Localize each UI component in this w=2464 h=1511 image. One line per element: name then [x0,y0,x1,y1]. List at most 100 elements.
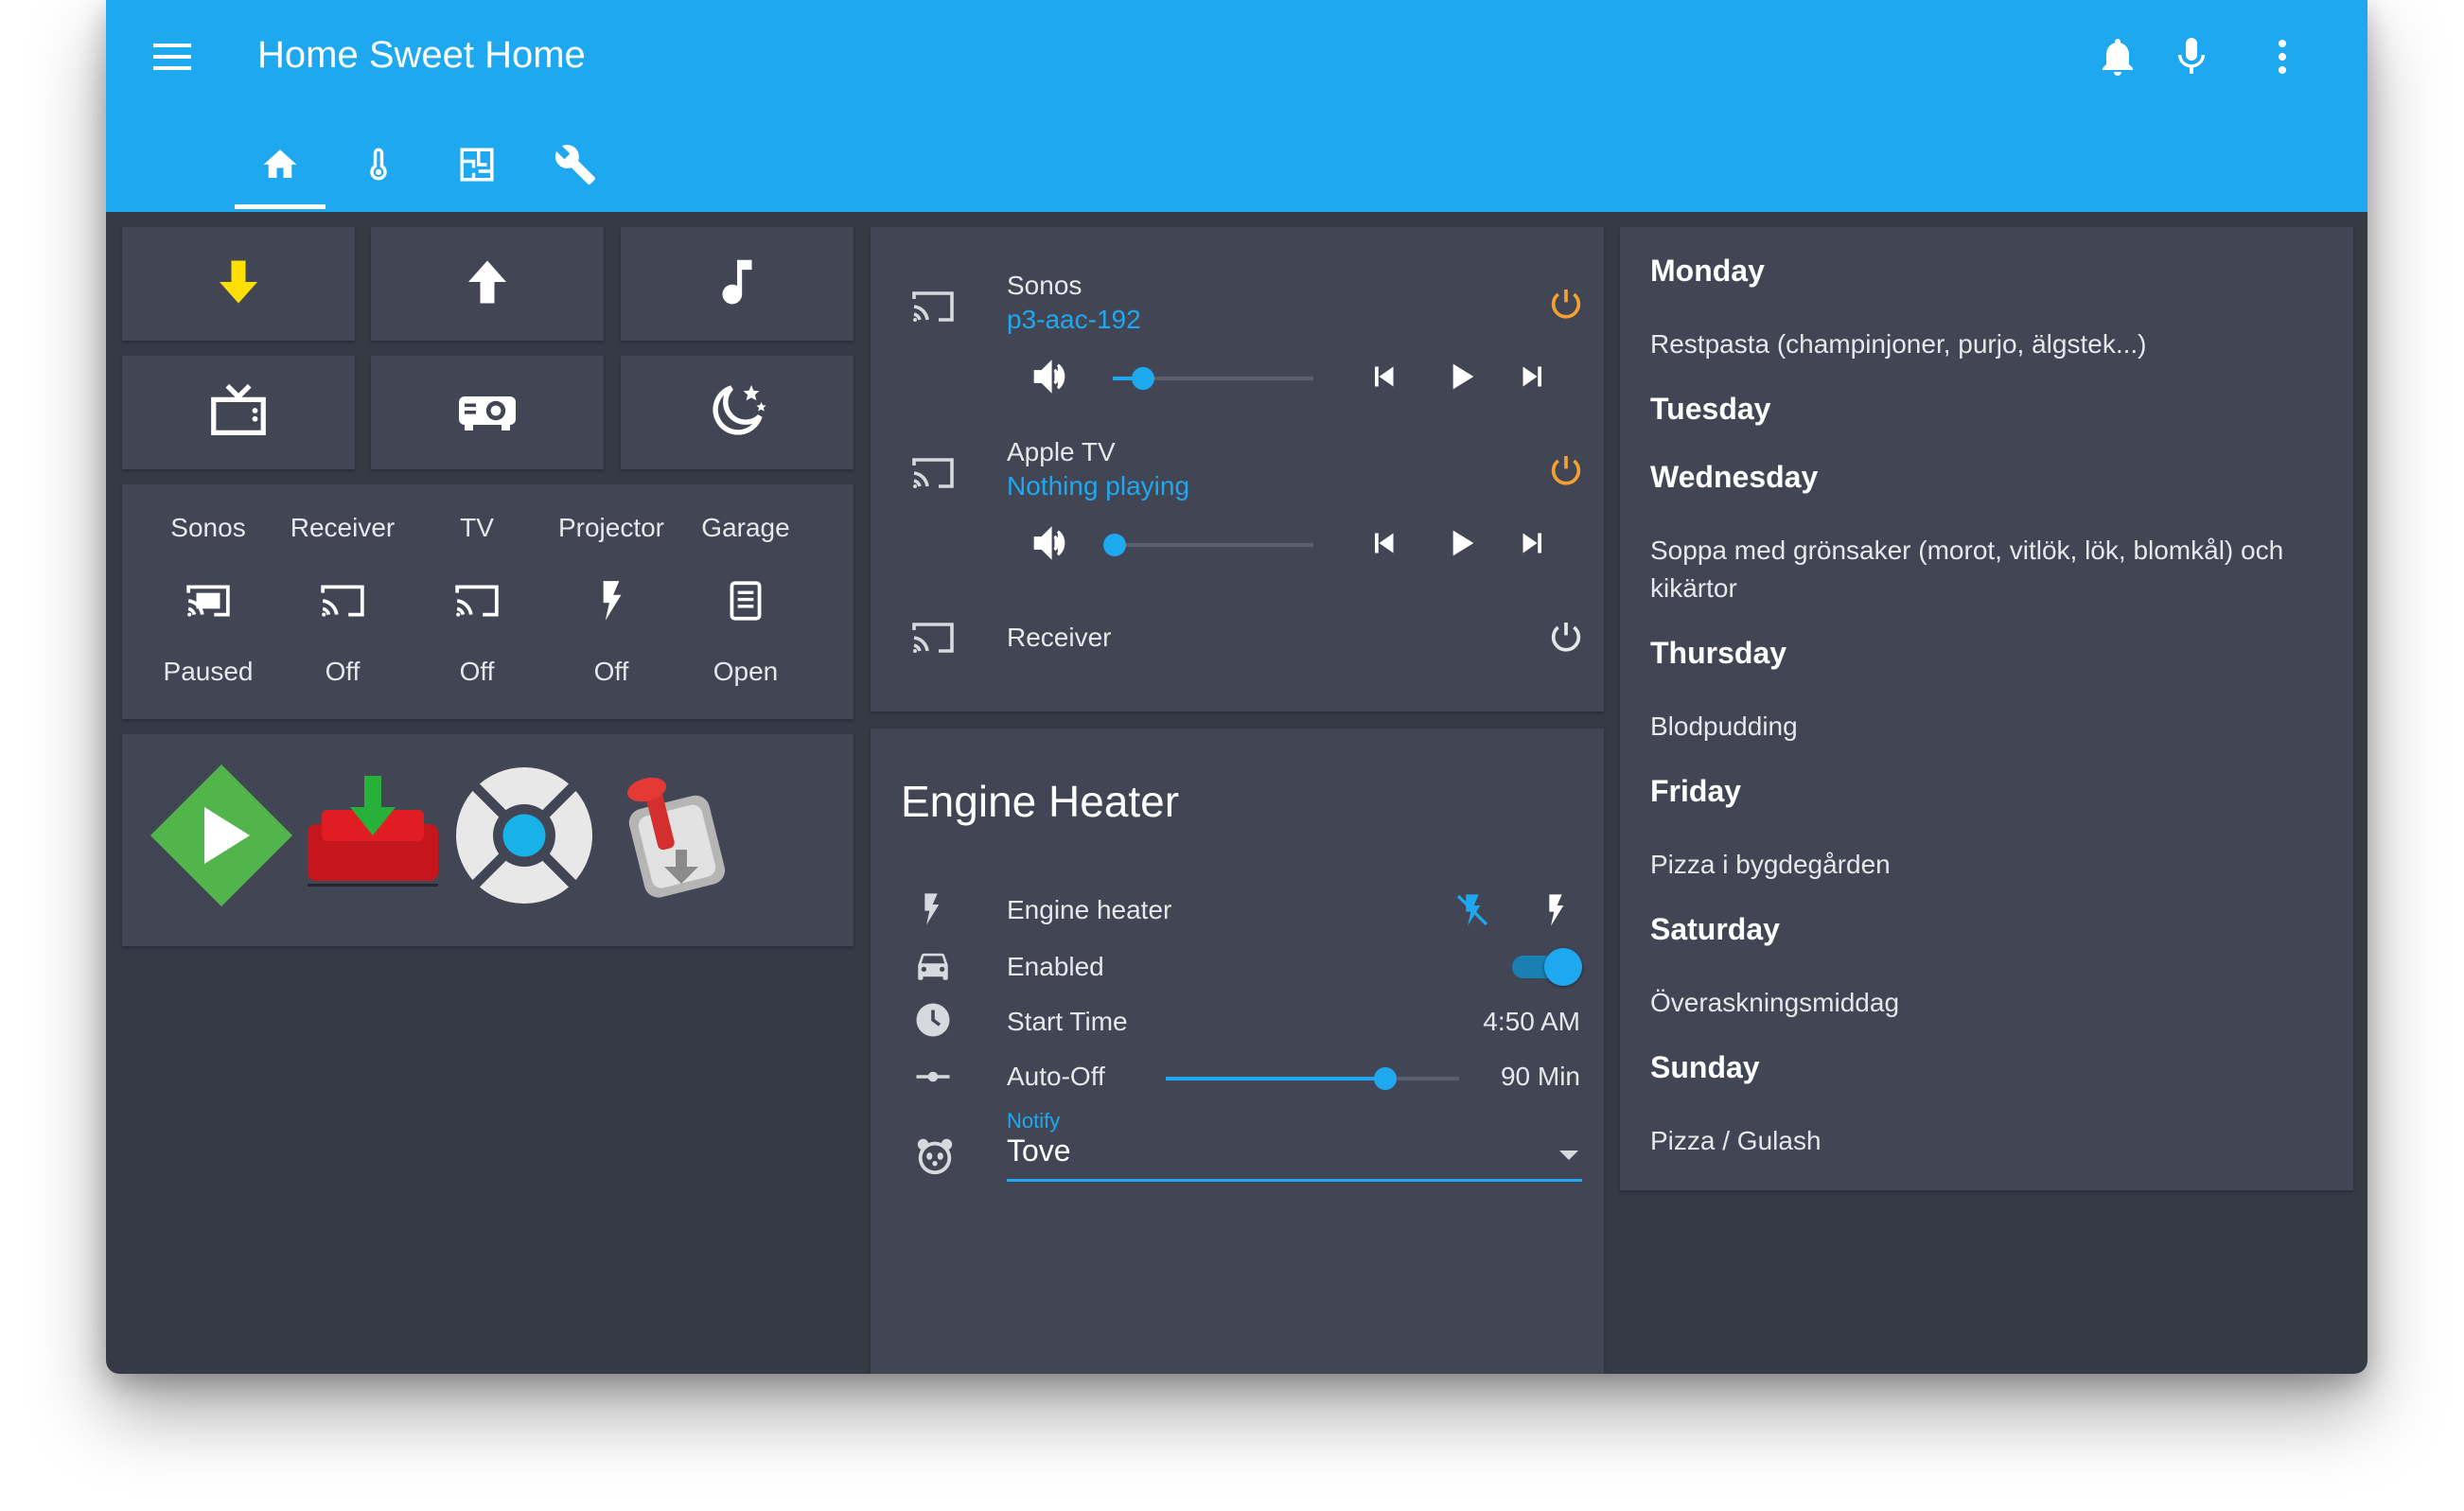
car-icon [912,944,954,986]
wrench-icon [554,143,597,191]
glance-label-receiver: Receiver [290,513,396,542]
arrow-down-button[interactable] [122,227,355,341]
arrow-down-icon [210,254,267,315]
dropdown-arrow-icon[interactable] [1558,1143,1580,1166]
flash-off-icon[interactable] [1452,889,1493,931]
cast-icon [910,450,956,496]
cast-icon[interactable] [275,577,410,624]
enabled-label: Enabled [1007,952,1104,981]
cast-icon [910,284,956,329]
meal-sunday: Pizza / Gulash [1650,1126,1822,1155]
start-time-label: Start Time [1007,1007,1128,1036]
glance-state-sonos: Paused [163,657,254,686]
volume-icon[interactable] [1030,356,1071,397]
arrow-up-button[interactable] [371,227,604,341]
menu-icon[interactable] [153,42,191,72]
skip-next-icon[interactable] [1514,358,1552,395]
day-monday: Monday [1650,254,1765,288]
volume-icon[interactable] [1030,522,1071,564]
flash-icon[interactable] [544,577,678,624]
engine-heater-label: Engine heater [1007,895,1172,924]
app-header: Home Sweet Home [106,0,2367,212]
media-name-sonos: Sonos [1007,271,1082,300]
slider-icon [912,1056,954,1098]
day-sunday: Sunday [1650,1050,1760,1084]
kodi-app-icon[interactable] [453,764,595,906]
microphone-icon[interactable] [2169,34,2214,79]
tv-button[interactable] [122,356,355,469]
meal-friday: Pizza i bygdegården [1650,850,1891,879]
auto-off-fill [1166,1077,1385,1081]
tab-climate[interactable] [350,138,407,195]
power-icon[interactable] [1544,615,1588,659]
cast-icon[interactable] [410,577,544,624]
music-button[interactable] [621,227,854,341]
cast-connected-icon[interactable] [141,577,275,624]
floorplan-icon [457,145,497,189]
meal-saturday: Överaskningsmiddag [1650,988,1900,1017]
notify-select-value[interactable]: Tove [1007,1133,1071,1168]
music-note-icon [708,253,766,316]
day-wednesday: Wednesday [1650,460,1819,494]
volume-knob-appletv[interactable] [1103,534,1126,556]
skip-previous-icon[interactable] [1364,358,1402,395]
weekly-menu-card: Monday Restpasta (champinjoner, purjo, ä… [1620,227,2353,1190]
arrow-up-icon [459,254,516,315]
media-status-appletv: Nothing playing [1007,471,1190,501]
day-friday: Friday [1650,774,1742,808]
tv-icon [205,378,272,448]
volume-knob-sonos[interactable] [1132,367,1154,390]
glance-label-tv: TV [460,513,494,542]
couchpotato-app-icon[interactable] [302,764,444,906]
skip-previous-icon[interactable] [1364,524,1402,562]
tab-home[interactable] [252,138,308,195]
clock-icon [912,999,954,1041]
active-tab-indicator [235,204,326,209]
meal-thursday: Blodpudding [1650,712,1798,741]
volume-slider-appletv[interactable] [1113,543,1313,547]
tab-floorplan[interactable] [449,138,505,195]
app-window: Home Sweet Home Sonos Receiver TV Projec… [106,0,2367,1374]
power-icon[interactable] [1544,282,1588,325]
media-name-receiver: Receiver [1007,623,1112,652]
transmission-app-icon[interactable] [605,764,747,906]
sleep-button[interactable] [621,356,854,469]
day-tuesday: Tuesday [1650,392,1771,426]
home-icon [260,145,300,189]
glance-card: Sonos Receiver TV Projector Garage Pause… [122,484,854,719]
thermometer-icon [359,145,398,189]
auto-off-knob[interactable] [1374,1067,1397,1090]
bell-icon[interactable] [2095,34,2140,79]
app-title: Home Sweet Home [257,34,586,76]
apps-card [122,734,854,946]
glance-state-garage: Open [713,657,779,686]
glance-state-projector: Off [593,657,629,686]
projector-icon [453,377,521,449]
power-icon[interactable] [1544,448,1588,492]
skip-next-icon[interactable] [1514,524,1552,562]
emby-app-icon[interactable] [150,764,292,906]
meal-wednesday: Soppa med grönsaker (morot, vitlök, lök,… [1650,536,2284,603]
glance-label-projector: Projector [557,513,665,542]
play-icon[interactable] [1440,356,1482,397]
glance-state-receiver: Off [325,657,361,686]
auto-off-value: 90 Min [1500,1062,1580,1091]
tab-settings[interactable] [547,138,604,195]
enabled-toggle-knob[interactable] [1544,948,1582,986]
auto-off-label: Auto-Off [1007,1062,1105,1091]
garage-icon[interactable] [678,577,813,624]
more-vert-icon[interactable] [2260,34,2305,79]
flash-on-icon[interactable] [1535,889,1576,931]
glance-label-sonos: Sonos [170,513,246,542]
glance-label-garage: Garage [701,513,790,542]
engine-heater-card: Engine Heater Engine heater Enabled Star… [871,729,1604,1374]
notify-label: Notify [1007,1109,1061,1133]
day-saturday: Saturday [1650,912,1780,946]
cast-icon [910,615,956,660]
glance-state-tv: Off [459,657,495,686]
play-icon[interactable] [1440,522,1482,564]
projector-button[interactable] [371,356,604,469]
media-name-appletv: Apple TV [1007,437,1116,466]
flash-icon [912,887,950,931]
start-time-value[interactable]: 4:50 AM [1448,1007,1580,1037]
